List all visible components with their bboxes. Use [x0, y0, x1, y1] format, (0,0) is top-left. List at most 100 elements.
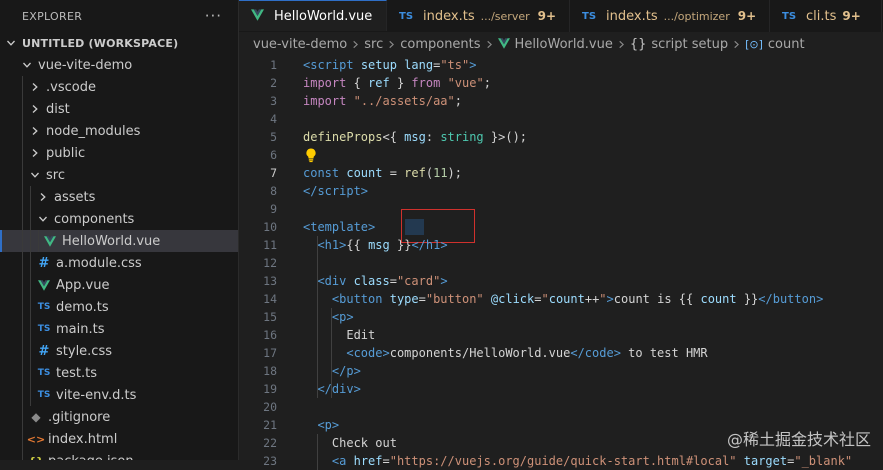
indent-guide — [22, 186, 23, 208]
breadcrumb-item[interactable]: vue-vite-demo — [253, 37, 347, 52]
code-token: ref — [404, 166, 426, 180]
line-number: 16 — [263, 328, 277, 342]
code-token: count — [700, 292, 737, 306]
tree-item[interactable]: TS demo.ts — [0, 296, 238, 318]
tab-label: HelloWorld.vue — [274, 8, 373, 24]
tree-item-label: src — [46, 167, 65, 183]
breadcrumb-item[interactable]: src — [364, 37, 383, 52]
code-token: > — [353, 364, 361, 378]
code-token: <p — [317, 418, 332, 432]
code-text: <a href="https://vuejs.org/guide/quick-s… — [303, 452, 852, 470]
code-token: count is {{ — [613, 292, 701, 306]
code-token: > — [469, 58, 477, 72]
indent-guide — [22, 252, 23, 274]
code-token: > — [440, 274, 448, 288]
code-token: > — [368, 220, 376, 234]
indent-guide — [22, 98, 23, 120]
ts-file-icon: TS — [399, 10, 414, 22]
tree-item[interactable]: {} package.json — [0, 450, 238, 460]
tree-item[interactable]: ◆ .gitignore — [0, 406, 238, 428]
line-number: 5 — [270, 130, 277, 144]
tree-item[interactable]: TS vite-env.d.ts — [0, 384, 238, 406]
indent-guide — [30, 340, 31, 362]
tab-file[interactable]: TS cli.ts 9+ — [770, 0, 882, 32]
code-token: }} — [736, 292, 759, 306]
chevron-down-icon — [4, 36, 18, 50]
indent-guide — [22, 208, 23, 230]
code-text: <div class="card"> — [303, 272, 448, 290]
tree-item-label: node_modules — [46, 123, 141, 139]
workspace-section[interactable]: UNTITLED (WORKSPACE) — [0, 32, 238, 54]
vue-file-icon — [42, 235, 58, 247]
code-line: 11 <h1>{{ msg }}</h1> — [239, 236, 883, 254]
tree-item[interactable]: node_modules — [0, 120, 238, 142]
line-number: 18 — [263, 364, 277, 378]
lightbulb-icon[interactable] — [303, 147, 319, 163]
tree-item[interactable]: vue-vite-demo — [0, 54, 238, 76]
tree-item[interactable]: App.vue — [0, 274, 238, 296]
code-line: 10 <template> — [239, 218, 883, 236]
indent-guide — [30, 208, 31, 230]
code-token: <a — [331, 454, 347, 468]
code-text: <h1>{{ msg }}</h1> — [303, 236, 447, 254]
tree-item[interactable]: dist — [0, 98, 238, 120]
more-actions-icon[interactable]: ··· — [205, 7, 222, 25]
breadcrumb-scope[interactable]: script setup — [651, 37, 728, 52]
indent-guide — [22, 274, 23, 296]
line-number: 22 — [263, 436, 277, 450]
indent-guide — [22, 362, 23, 384]
explorer-sidebar: EXPLORER ··· UNTITLED (WORKSPACE) vue-vi… — [0, 0, 239, 460]
tree-item[interactable]: TS main.ts — [0, 318, 238, 340]
breadcrumb-symbol[interactable]: count — [768, 37, 805, 52]
tree-item[interactable]: .vscode — [0, 76, 238, 98]
line-number: 17 — [263, 346, 277, 360]
html-file-icon: <> — [26, 432, 46, 446]
code-text: <template> — [303, 218, 375, 236]
tab-active-file[interactable]: HelloWorld.vue× — [239, 0, 403, 31]
code-token: 11 — [433, 166, 448, 180]
problem-count-badge: 9+ — [537, 9, 557, 23]
variable-icon: [⊙] — [745, 37, 763, 51]
line-number: 2 — [270, 76, 277, 90]
code-line: 14 <button type="button" @click="count++… — [239, 290, 883, 308]
tree-item[interactable]: # a.module.css — [0, 252, 238, 274]
code-token: </script — [303, 184, 361, 198]
code-token: <p — [331, 310, 347, 324]
code-editor[interactable]: 1 <script setup lang="ts"> 2 import { ref }… — [239, 56, 883, 470]
line-number: 19 — [263, 382, 277, 396]
tree-item-label: a.module.css — [56, 255, 142, 271]
code-token: count — [548, 292, 585, 306]
tab-file[interactable]: TS index.ts .../optimizer 9+ — [570, 0, 770, 32]
tree-item[interactable]: # style.css — [0, 340, 238, 362]
indent-guide — [317, 290, 318, 398]
code-token: > — [346, 310, 354, 324]
tree-item[interactable]: assets — [0, 186, 238, 208]
breadcrumb-file[interactable]: HelloWorld.vue — [515, 37, 613, 52]
indent-guide — [30, 252, 31, 274]
chevron-right-icon — [387, 40, 396, 49]
indent-guide — [317, 434, 318, 470]
tree-item-label: .gitignore — [48, 409, 111, 425]
chevron-down-icon — [28, 168, 42, 182]
watermark: @稀土掘金技术社区 — [726, 430, 871, 449]
tree-item[interactable]: src — [0, 164, 238, 186]
tree-item[interactable]: HelloWorld.vue — [0, 230, 238, 252]
tree-item[interactable]: <> index.html — [0, 428, 238, 450]
tree-item[interactable]: components — [0, 208, 238, 230]
tree-item[interactable]: public — [0, 142, 238, 164]
tree-item[interactable]: TS test.ts — [0, 362, 238, 384]
code-token: <div — [317, 274, 347, 288]
tab-file[interactable]: TS index.ts .../server 9+ — [387, 0, 570, 32]
code-line: 8 </script> — [239, 182, 883, 200]
problem-count-badge: 9+ — [737, 9, 757, 23]
tree-item-label: public — [46, 145, 86, 161]
indent-guide — [30, 384, 31, 406]
explorer-header: EXPLORER ··· — [0, 0, 238, 32]
breadcrumb-item[interactable]: components — [400, 37, 480, 52]
code-token: type — [389, 292, 419, 306]
code-line: 23 <a href="https://vuejs.org/guide/quic… — [239, 452, 883, 470]
code-line: 4 — [239, 110, 883, 128]
